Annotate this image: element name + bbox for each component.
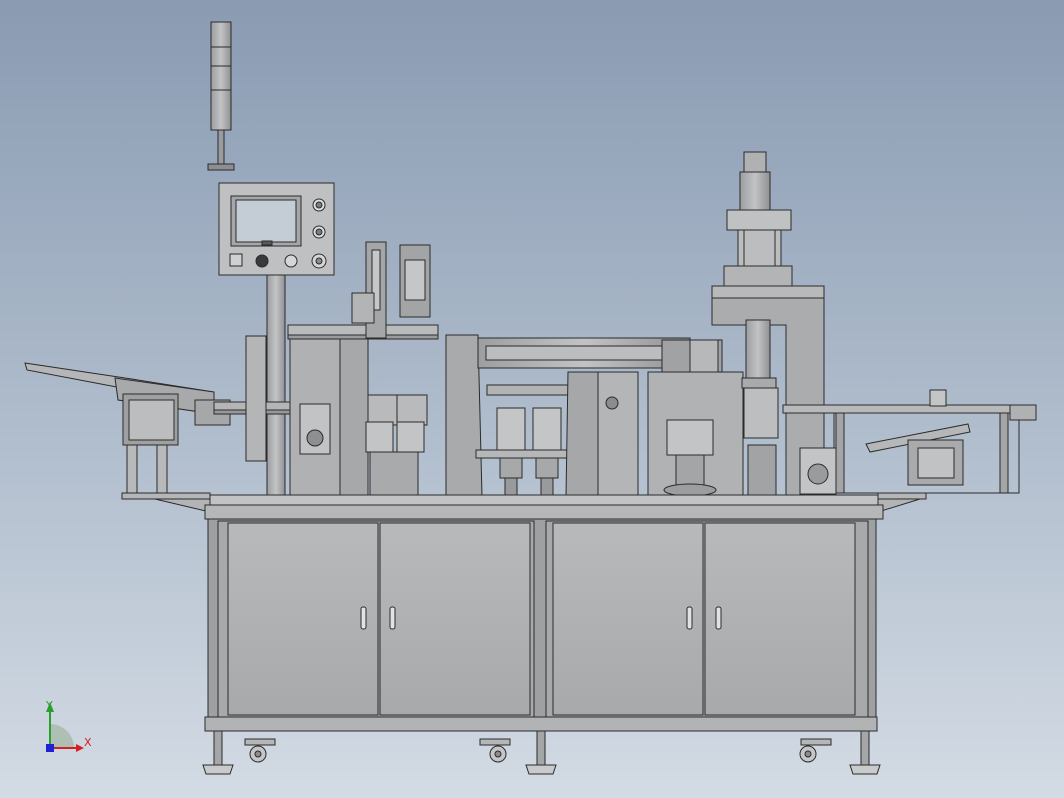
cabinet-door-2[interactable] [379, 522, 531, 716]
hmi-control-panel [218, 182, 335, 276]
cad-viewport[interactable]: Y X [0, 0, 1064, 798]
base-cabinet [204, 518, 878, 732]
table-top [209, 494, 879, 506]
leveling-feet [202, 730, 881, 775]
machine-drawing: Y X [24, 21, 1037, 775]
door-handle [389, 606, 396, 630]
door-handle [360, 606, 367, 630]
x-axis-label: X [84, 736, 92, 749]
touch-screen [235, 199, 297, 243]
y-axis-label: Y [45, 699, 53, 712]
door-handle [686, 606, 693, 630]
cabinet-door-3[interactable] [552, 522, 704, 716]
cabinet-door-1[interactable] [227, 522, 379, 716]
left-feed-conveyor [24, 362, 231, 494]
cabinet-door-4[interactable] [704, 522, 856, 716]
right-rotary-station [647, 371, 744, 498]
door-handle [715, 606, 722, 630]
panel-pole [266, 274, 286, 496]
signal-tower [207, 21, 235, 171]
left-table-extension [121, 492, 211, 500]
coordinate-triad: Y X [45, 699, 92, 752]
center-filling-heads [475, 384, 578, 499]
z-axis-marker [46, 744, 54, 752]
